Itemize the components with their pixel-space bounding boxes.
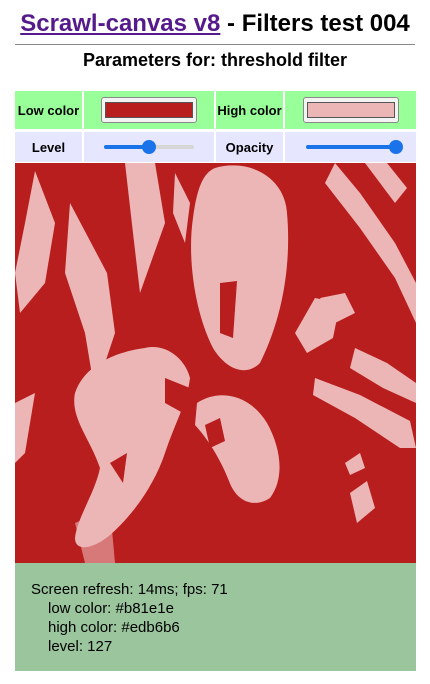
title-divider — [15, 44, 415, 45]
opacity-slider-fill — [305, 145, 396, 149]
threshold-flower-image — [15, 163, 416, 563]
low-color-label: Low color — [15, 91, 82, 129]
high-color-swatch — [306, 102, 395, 118]
opacity-slider[interactable] — [305, 139, 403, 155]
controls-table: Low color High color Level Opacity — [15, 91, 416, 162]
level-label: Level — [15, 132, 82, 162]
level-slider[interactable] — [104, 139, 194, 155]
filtered-flower-canvas[interactable] — [15, 163, 416, 563]
low-color-swatch — [105, 102, 193, 118]
level-readout: level: 127 — [48, 638, 113, 655]
low-color-picker[interactable] — [101, 97, 197, 123]
opacity-slider-thumb[interactable] — [388, 140, 403, 154]
high-color-label: High color — [216, 91, 283, 129]
low-color-readout: low color: #b81e1e — [48, 600, 174, 617]
high-color-cell — [285, 91, 416, 129]
opacity-label: Opacity — [216, 132, 283, 162]
low-color-cell — [84, 91, 214, 129]
scrawl-canvas-home-link[interactable]: Scrawl-canvas v8 — [20, 10, 220, 37]
report-panel: Screen refresh: 14ms; fps: 71 low color:… — [15, 563, 416, 671]
high-color-picker[interactable] — [302, 97, 399, 123]
page-title: Scrawl-canvas v8 - Filters test 004 — [0, 10, 430, 38]
opacity-cell — [285, 132, 416, 162]
page-title-rest: - Filters test 004 — [220, 10, 410, 37]
high-color-readout: high color: #edb6b6 — [48, 619, 180, 636]
page-subtitle: Parameters for: threshold filter — [82, 50, 348, 70]
level-cell — [84, 132, 214, 162]
level-slider-thumb[interactable] — [142, 140, 156, 154]
screen-refresh-readout: Screen refresh: 14ms; fps: 71 — [31, 581, 228, 598]
